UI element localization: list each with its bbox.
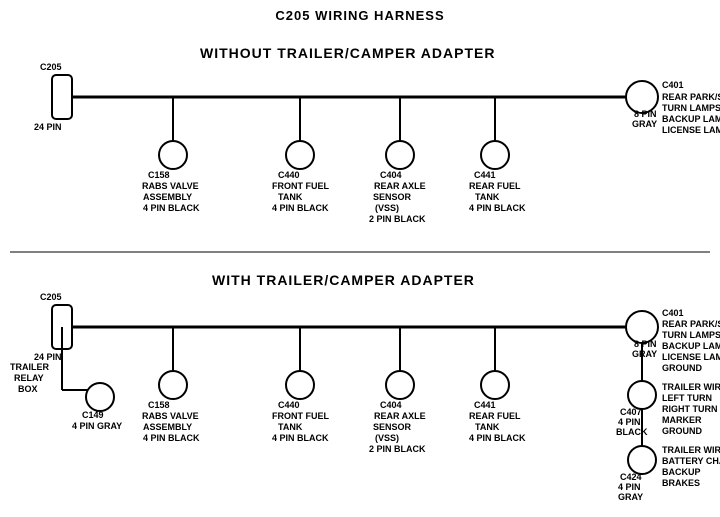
- svg-text:TURN LAMPS: TURN LAMPS: [662, 103, 720, 113]
- svg-text:GROUND: GROUND: [662, 363, 702, 373]
- svg-text:TRAILER WIRES: TRAILER WIRES: [662, 445, 720, 455]
- svg-text:C440: C440: [278, 400, 300, 410]
- svg-text:REAR FUEL: REAR FUEL: [469, 181, 521, 191]
- svg-text:GROUND: GROUND: [662, 426, 702, 436]
- svg-text:C404: C404: [380, 170, 402, 180]
- svg-text:RABS VALVE: RABS VALVE: [142, 411, 199, 421]
- page-title: C205 WIRING HARNESS: [0, 0, 720, 23]
- svg-text:LICENSE LAMPS: LICENSE LAMPS: [662, 352, 720, 362]
- svg-text:C401: C401: [662, 308, 684, 318]
- svg-text:(VSS): (VSS): [375, 203, 399, 213]
- svg-text:TRAILER: TRAILER: [10, 362, 49, 372]
- svg-text:ASSEMBLY: ASSEMBLY: [143, 422, 192, 432]
- svg-text:C158: C158: [148, 400, 170, 410]
- svg-text:REAR AXLE: REAR AXLE: [374, 411, 426, 421]
- svg-text:BACKUP: BACKUP: [662, 467, 701, 477]
- svg-text:4 PIN BLACK: 4 PIN BLACK: [143, 433, 200, 443]
- svg-text:BACKUP LAMPS: BACKUP LAMPS: [662, 114, 720, 124]
- svg-text:C407: C407: [620, 407, 642, 417]
- svg-text:4 PIN BLACK: 4 PIN BLACK: [272, 203, 329, 213]
- svg-text:GRAY: GRAY: [618, 492, 643, 502]
- svg-text:MARKER: MARKER: [662, 415, 702, 425]
- svg-text:4 PIN BLACK: 4 PIN BLACK: [143, 203, 200, 213]
- svg-text:BATTERY CHARGE: BATTERY CHARGE: [662, 456, 720, 466]
- svg-text:C205: C205: [40, 292, 62, 302]
- svg-text:4 PIN: 4 PIN: [618, 482, 641, 492]
- svg-text:BRAKES: BRAKES: [662, 478, 700, 488]
- svg-text:BOX: BOX: [18, 384, 38, 394]
- svg-text:4 PIN BLACK: 4 PIN BLACK: [469, 433, 526, 443]
- svg-text:LICENSE LAMPS: LICENSE LAMPS: [662, 125, 720, 135]
- svg-text:TANK: TANK: [475, 192, 500, 202]
- svg-text:(VSS): (VSS): [375, 433, 399, 443]
- svg-text:RELAY: RELAY: [14, 373, 44, 383]
- wiring-diagram: WITHOUT TRAILER/CAMPER ADAPTER C205 24 P…: [0, 0, 720, 517]
- svg-text:SENSOR: SENSOR: [373, 192, 412, 202]
- svg-text:24 PIN: 24 PIN: [34, 122, 62, 132]
- svg-text:4 PIN: 4 PIN: [618, 417, 641, 427]
- svg-text:4 PIN BLACK: 4 PIN BLACK: [272, 433, 329, 443]
- svg-text:24 PIN: 24 PIN: [34, 352, 62, 362]
- svg-text:REAR PARK/STOP: REAR PARK/STOP: [662, 92, 720, 102]
- svg-text:C440: C440: [278, 170, 300, 180]
- svg-text:C441: C441: [474, 170, 496, 180]
- svg-text:4 PIN GRAY: 4 PIN GRAY: [72, 421, 122, 431]
- svg-text:TURN LAMPS: TURN LAMPS: [662, 330, 720, 340]
- svg-text:REAR PARK/STOP: REAR PARK/STOP: [662, 319, 720, 329]
- svg-text:REAR FUEL: REAR FUEL: [469, 411, 521, 421]
- svg-text:4 PIN BLACK: 4 PIN BLACK: [469, 203, 526, 213]
- svg-text:SENSOR: SENSOR: [373, 422, 412, 432]
- svg-text:BACKUP LAMPS: BACKUP LAMPS: [662, 341, 720, 351]
- svg-text:C205: C205: [40, 62, 62, 72]
- svg-text:2 PIN BLACK: 2 PIN BLACK: [369, 444, 426, 454]
- svg-text:WITHOUT TRAILER/CAMPER ADAPTE: WITHOUT TRAILER/CAMPER ADAPTER: [200, 45, 495, 61]
- svg-text:WITH TRAILER/CAMPER ADAPTER: WITH TRAILER/CAMPER ADAPTER: [212, 272, 475, 288]
- svg-text:C401: C401: [662, 80, 684, 90]
- svg-text:C441: C441: [474, 400, 496, 410]
- svg-text:2 PIN BLACK: 2 PIN BLACK: [369, 214, 426, 224]
- svg-text:C158: C158: [148, 170, 170, 180]
- svg-text:C149: C149: [82, 410, 104, 420]
- svg-text:GRAY: GRAY: [632, 119, 657, 129]
- svg-text:ASSEMBLY: ASSEMBLY: [143, 192, 192, 202]
- svg-text:REAR AXLE: REAR AXLE: [374, 181, 426, 191]
- svg-text:C424: C424: [620, 472, 642, 482]
- svg-text:RABS VALVE: RABS VALVE: [142, 181, 199, 191]
- svg-text:BLACK: BLACK: [616, 427, 648, 437]
- svg-text:FRONT FUEL: FRONT FUEL: [272, 411, 329, 421]
- svg-text:C404: C404: [380, 400, 402, 410]
- svg-text:GRAY: GRAY: [632, 349, 657, 359]
- svg-text:TANK: TANK: [475, 422, 500, 432]
- svg-text:LEFT TURN: LEFT TURN: [662, 393, 712, 403]
- svg-text:TRAILER WIRES: TRAILER WIRES: [662, 382, 720, 392]
- svg-text:RIGHT TURN: RIGHT TURN: [662, 404, 718, 414]
- svg-text:TANK: TANK: [278, 192, 303, 202]
- svg-text:FRONT FUEL: FRONT FUEL: [272, 181, 329, 191]
- svg-text:8 PIN: 8 PIN: [634, 109, 657, 119]
- svg-text:TANK: TANK: [278, 422, 303, 432]
- svg-text:8 PIN: 8 PIN: [634, 339, 657, 349]
